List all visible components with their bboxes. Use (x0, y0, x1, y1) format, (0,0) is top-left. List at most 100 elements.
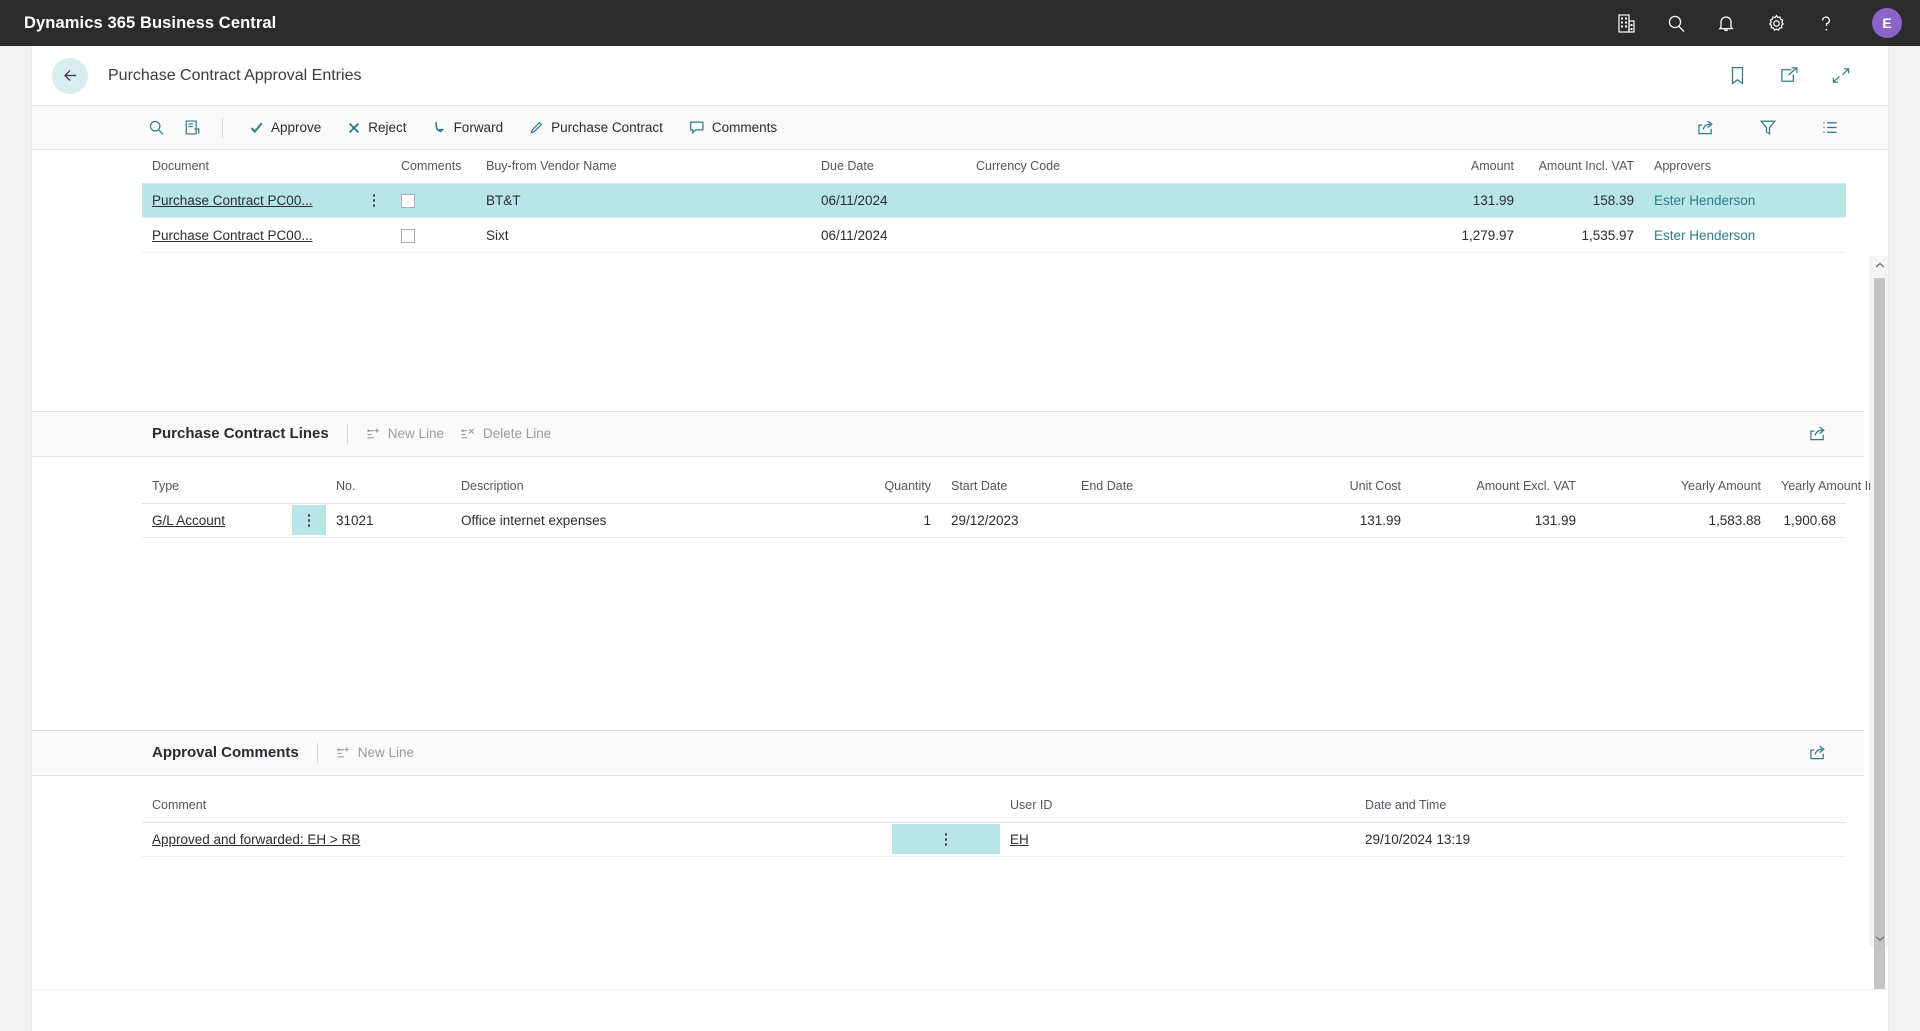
row-menu-button[interactable] (357, 217, 391, 253)
approver-link[interactable]: Ester Henderson (1654, 193, 1755, 208)
cell-no[interactable]: 31021 (326, 503, 451, 538)
share-icon[interactable] (1809, 744, 1828, 761)
ellipsis-vertical-icon[interactable] (357, 186, 391, 216)
col-no[interactable]: No. (326, 470, 451, 504)
comments-checkbox[interactable] (401, 228, 415, 243)
table-row[interactable]: Purchase Contract PC00... Sixt 06/11/202… (142, 217, 1846, 253)
cell-amount-excl-vat[interactable]: 131.99 (1411, 503, 1586, 538)
col-amount-incl-vat[interactable]: Amount Incl. VAT (1524, 151, 1644, 184)
col-currency-code[interactable]: Currency Code (966, 151, 1246, 184)
cell-approvers[interactable]: Ester Henderson (1644, 183, 1846, 219)
type-link[interactable]: G/L Account (152, 513, 225, 528)
cell-user-id[interactable]: EH (1000, 822, 1355, 857)
col-comments[interactable]: Comments (391, 151, 476, 184)
col-document[interactable]: Document (142, 151, 357, 184)
approver-link[interactable]: Ester Henderson (1654, 228, 1755, 243)
filter-icon[interactable] (1754, 114, 1782, 142)
cell-currency-code[interactable] (966, 217, 1246, 253)
reject-button[interactable]: Reject (337, 116, 416, 139)
purchase-contract-button[interactable]: Purchase Contract (519, 116, 673, 139)
notifications-icon[interactable] (1714, 11, 1738, 35)
bookmark-icon[interactable] (1726, 65, 1748, 87)
cell-yearly-amount[interactable]: 1,583.88 (1586, 503, 1771, 538)
cell-due-date[interactable]: 06/11/2024 (811, 217, 966, 253)
row-menu-button[interactable] (292, 503, 326, 538)
col-quantity[interactable]: Quantity (861, 470, 941, 504)
cell-unit-cost[interactable]: 131.99 (1291, 503, 1411, 538)
search-icon[interactable] (142, 114, 170, 142)
col-due-date[interactable]: Due Date (811, 151, 966, 184)
table-row[interactable]: Purchase Contract PC00... BT&T 06/11/202… (142, 183, 1846, 219)
col-date-and-time[interactable]: Date and Time (1355, 789, 1846, 823)
new-line-button[interactable]: New Line (336, 745, 414, 760)
collapse-icon[interactable] (1830, 65, 1852, 87)
back-button[interactable] (52, 57, 88, 94)
cell-amount[interactable]: 131.99 (1246, 183, 1524, 219)
cell-end-date[interactable] (1071, 503, 1291, 538)
col-description[interactable]: Description (451, 470, 861, 504)
cell-type[interactable]: G/L Account (142, 503, 292, 538)
col-yearly-amount-incl-vat[interactable]: Yearly Amount Incl. VAT (1771, 470, 1888, 504)
col-approvers[interactable]: Approvers (1644, 151, 1846, 184)
cell-quantity[interactable]: 1 (861, 503, 941, 538)
col-end-date[interactable]: End Date (1071, 470, 1291, 504)
check-icon (249, 120, 264, 135)
open-in-new-window-icon[interactable] (1778, 65, 1800, 87)
col-vendor-name[interactable]: Buy-from Vendor Name (476, 151, 811, 184)
cell-comment[interactable]: Approved and forwarded: EH > RB (142, 822, 892, 857)
cell-approvers[interactable]: Ester Henderson (1644, 217, 1846, 253)
cell-amount-incl-vat[interactable]: 158.39 (1524, 183, 1644, 219)
cell-amount[interactable]: 1,279.97 (1246, 217, 1524, 253)
vertical-scrollbar[interactable] (1870, 256, 1888, 989)
cell-document[interactable]: Purchase Contract PC00... (142, 217, 357, 253)
document-link[interactable]: Purchase Contract PC00... (152, 228, 313, 243)
cell-start-date[interactable]: 29/12/2023 (941, 503, 1071, 538)
cell-yearly-amount-incl-vat[interactable]: 1,900.68 (1771, 503, 1846, 538)
list-options-icon[interactable] (1816, 114, 1844, 142)
cell-vendor-name[interactable]: BT&T (476, 183, 811, 219)
ellipsis-vertical-icon[interactable] (292, 505, 326, 536)
company-icon[interactable] (1614, 11, 1638, 35)
search-icon[interactable] (1664, 11, 1688, 35)
cell-comments[interactable] (391, 183, 476, 219)
scroll-down-arrow[interactable] (1871, 929, 1888, 947)
cell-document[interactable]: Purchase Contract PC00... (142, 183, 357, 219)
row-menu-button[interactable] (357, 183, 391, 219)
comments-checkbox[interactable] (401, 194, 415, 209)
col-comment[interactable]: Comment (142, 789, 892, 823)
comment-link[interactable]: Approved and forwarded: EH > RB (152, 832, 360, 847)
cell-currency-code[interactable] (966, 183, 1246, 219)
scrollbar-thumb[interactable] (1874, 278, 1885, 989)
col-yearly-amount[interactable]: Yearly Amount (1586, 470, 1771, 504)
cell-description[interactable]: Office internet expenses (451, 503, 861, 538)
cell-comments[interactable] (391, 217, 476, 253)
col-user-id[interactable]: User ID (1000, 789, 1355, 823)
help-icon[interactable] (1814, 11, 1838, 35)
user-id-link[interactable]: EH (1010, 832, 1029, 847)
ellipsis-vertical-icon[interactable] (892, 824, 1000, 855)
col-amount-excl-vat[interactable]: Amount Excl. VAT (1411, 470, 1586, 504)
scroll-up-arrow[interactable] (1871, 256, 1888, 274)
col-type[interactable]: Type (142, 470, 292, 504)
comments-button[interactable]: Comments (679, 116, 787, 139)
col-amount[interactable]: Amount (1246, 151, 1524, 184)
new-line-button[interactable]: New Line (366, 426, 444, 441)
forward-button[interactable]: Forward (423, 116, 514, 139)
cell-date-and-time[interactable]: 29/10/2024 13:19 (1355, 822, 1846, 857)
document-link[interactable]: Purchase Contract PC00... (152, 193, 313, 208)
cell-vendor-name[interactable]: Sixt (476, 217, 811, 253)
row-menu-button[interactable] (892, 822, 1000, 857)
col-start-date[interactable]: Start Date (941, 470, 1071, 504)
share-icon[interactable] (1809, 425, 1828, 442)
delete-line-button[interactable]: Delete Line (460, 426, 551, 441)
table-row[interactable]: Approved and forwarded: EH > RB EH 29/10… (142, 822, 1846, 857)
table-row[interactable]: G/L Account 31021 Office internet expens… (142, 503, 1846, 538)
gear-icon[interactable] (1764, 11, 1788, 35)
cell-due-date[interactable]: 06/11/2024 (811, 183, 966, 219)
col-unit-cost[interactable]: Unit Cost (1291, 470, 1411, 504)
approve-button[interactable]: Approve (239, 116, 331, 139)
cell-amount-incl-vat[interactable]: 1,535.97 (1524, 217, 1644, 253)
share-icon[interactable] (1692, 114, 1720, 142)
avatar[interactable]: E (1872, 8, 1902, 38)
open-card-icon[interactable] (178, 114, 206, 142)
